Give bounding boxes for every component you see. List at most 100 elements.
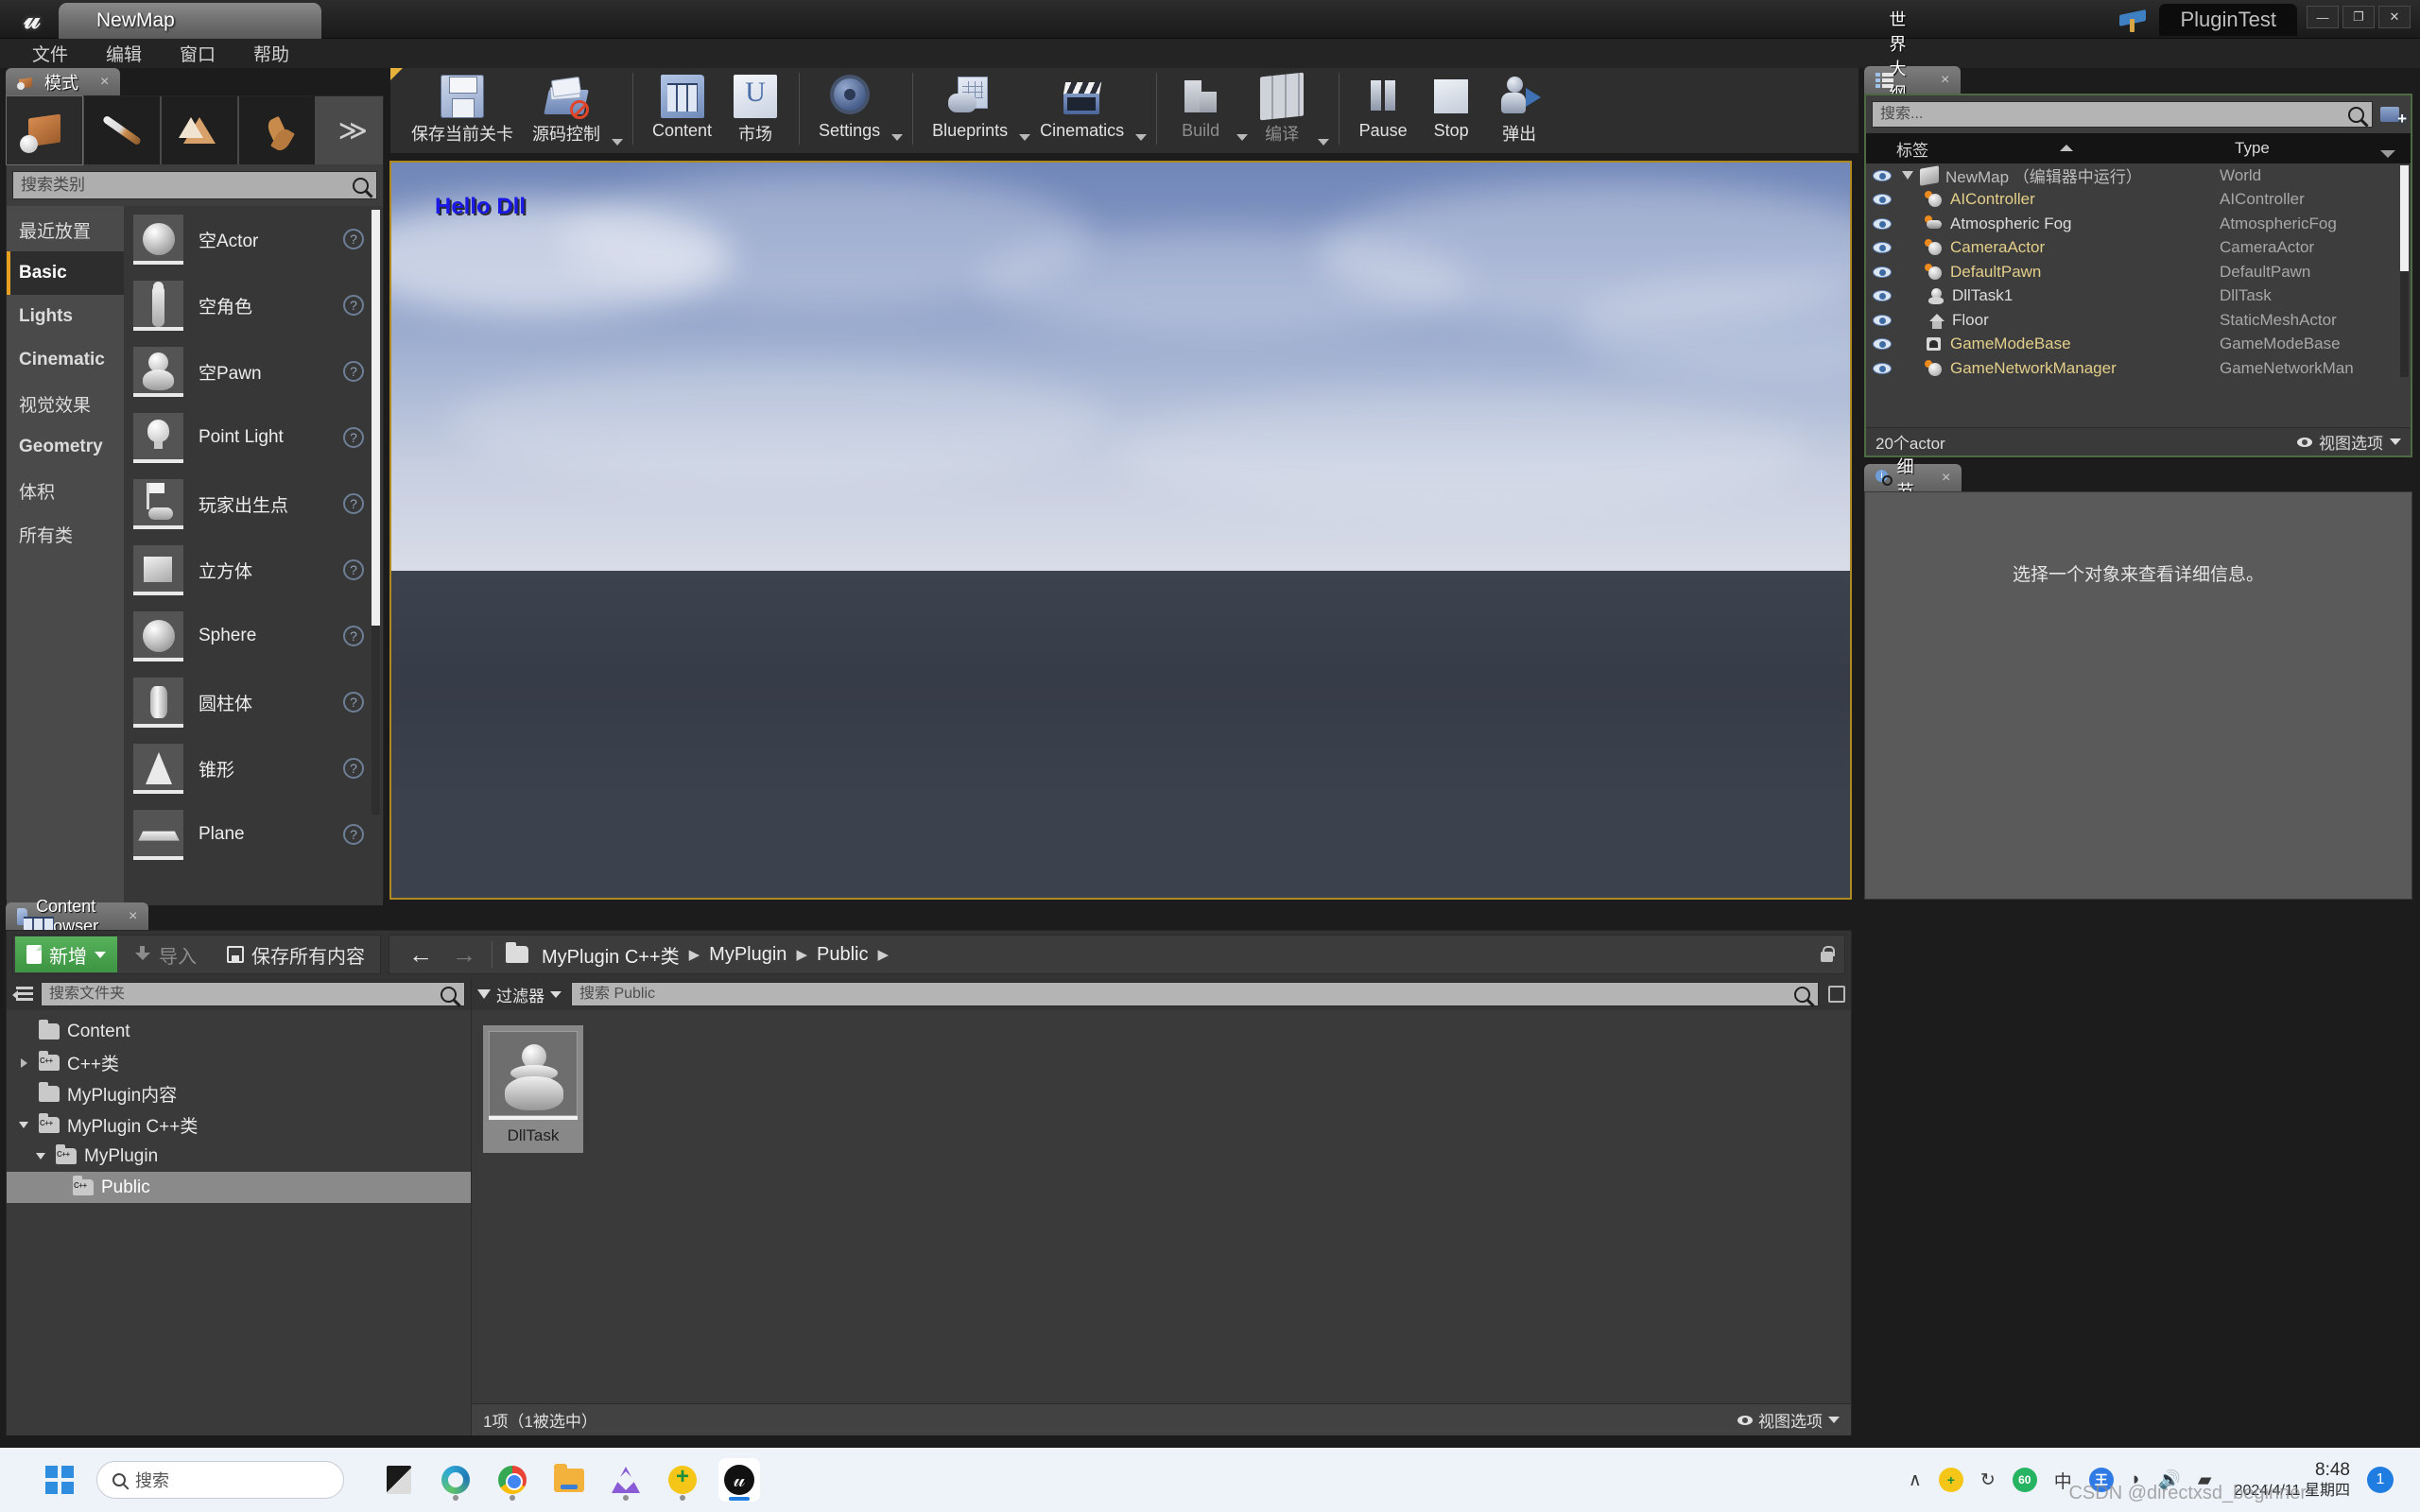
settings-dropdown-caret[interactable] bbox=[891, 134, 904, 141]
menu-item-edit[interactable]: 编辑 bbox=[87, 38, 161, 69]
place-mode-icon[interactable] bbox=[6, 95, 83, 165]
help-icon[interactable]: ? bbox=[343, 493, 364, 514]
column-filter-icon[interactable] bbox=[2380, 150, 2395, 158]
placement-list-scrollbar[interactable] bbox=[372, 210, 380, 815]
tab-world-outliner[interactable]: 世界大纲视图 × bbox=[1864, 10, 1962, 152]
blueprints-button[interactable]: Blueprints bbox=[923, 68, 1017, 141]
more-modes-chevron-icon[interactable]: ≫ bbox=[338, 114, 383, 147]
filter-button[interactable]: 过滤器 bbox=[477, 983, 562, 1006]
tree-item-myplugin-cpp-classes[interactable]: MyPlugin C++类 bbox=[7, 1109, 471, 1141]
category-cinematic[interactable]: Cinematic bbox=[7, 338, 124, 382]
list-item[interactable]: 锥形 ? bbox=[124, 735, 383, 801]
unreal-editor-icon[interactable]: 𝓊 bbox=[718, 1458, 760, 1502]
tree-item-content[interactable]: Content bbox=[7, 1016, 471, 1047]
tab-details[interactable]: i 细节 × bbox=[1864, 457, 1962, 501]
task-view-icon[interactable] bbox=[378, 1458, 420, 1502]
nav-back-button[interactable]: ← bbox=[399, 940, 442, 970]
close-icon[interactable]: × bbox=[100, 74, 109, 91]
tree-item-myplugin[interactable]: MyPlugin bbox=[7, 1141, 471, 1172]
landscape-mode-icon[interactable] bbox=[162, 96, 237, 164]
content-browser-view-options-button[interactable]: 视图选项 bbox=[1737, 1408, 1840, 1432]
360-tray-icon[interactable]: + bbox=[1938, 1468, 1963, 1492]
build-dropdown-caret[interactable] bbox=[1236, 134, 1249, 141]
help-icon[interactable]: ? bbox=[343, 229, 364, 249]
nav-forward-button[interactable]: → bbox=[442, 940, 486, 970]
save-current-level-button[interactable]: 保存当前关卡 bbox=[402, 68, 523, 146]
outliner-scrollbar[interactable] bbox=[2400, 165, 2409, 377]
category-recently-placed[interactable]: 最近放置 bbox=[7, 208, 124, 251]
add-actor-icon[interactable] bbox=[2380, 103, 2407, 129]
360-security-icon[interactable] bbox=[662, 1458, 703, 1502]
taskbar-clock[interactable]: 8:48 2024/4/11 星期四 bbox=[2235, 1459, 2350, 1501]
blueprints-dropdown-caret[interactable] bbox=[1019, 134, 1031, 141]
visibility-eye-icon[interactable] bbox=[1866, 338, 1898, 351]
close-icon[interactable]: × bbox=[1941, 72, 1949, 89]
tree-item-public[interactable]: Public bbox=[7, 1172, 471, 1203]
visibility-eye-icon[interactable] bbox=[1866, 194, 1898, 206]
list-item[interactable]: 圆柱体 ? bbox=[124, 669, 383, 735]
asset-tile-dlltask[interactable]: DllTask bbox=[483, 1025, 583, 1153]
map-tab[interactable]: NewMap bbox=[59, 3, 321, 39]
menu-item-window[interactable]: 窗口 bbox=[161, 38, 234, 69]
collapse-tree-icon[interactable] bbox=[12, 985, 33, 1004]
battery-icon[interactable]: ▰ bbox=[2198, 1469, 2212, 1491]
close-button[interactable]: ✕ bbox=[2378, 6, 2411, 28]
table-row[interactable]: Atmospheric Fog AtmosphericFog bbox=[1866, 212, 2411, 236]
pause-button[interactable]: Pause bbox=[1349, 68, 1417, 141]
table-row[interactable]: DllTask1 DllTask bbox=[1866, 284, 2411, 309]
table-row[interactable]: CameraActor CameraActor bbox=[1866, 236, 2411, 261]
compile-dropdown-caret[interactable] bbox=[1318, 139, 1330, 146]
outliner-view-options-button[interactable]: 视图选项 bbox=[2297, 430, 2401, 454]
list-item[interactable]: Point Light ? bbox=[124, 404, 383, 471]
source-control-dropdown-caret[interactable] bbox=[612, 139, 623, 146]
add-new-button[interactable]: 新增 bbox=[15, 936, 117, 972]
menu-item-file[interactable]: 文件 bbox=[13, 38, 87, 69]
column-header-label[interactable]: 标签 bbox=[1866, 137, 2223, 161]
list-item[interactable]: 玩家出生点 ? bbox=[124, 471, 383, 537]
help-icon[interactable]: ? bbox=[343, 824, 364, 845]
wangwang-icon[interactable]: 王 bbox=[2088, 1468, 2114, 1492]
list-item[interactable]: 立方体 ? bbox=[124, 537, 383, 603]
windows-logo-icon[interactable] bbox=[45, 1466, 74, 1494]
expander-icon[interactable] bbox=[1902, 171, 1913, 180]
visibility-eye-icon[interactable] bbox=[1866, 290, 1898, 302]
help-icon[interactable]: ? bbox=[343, 758, 364, 779]
outliner-search-input[interactable] bbox=[1880, 106, 2348, 123]
chrome-icon[interactable] bbox=[492, 1458, 533, 1502]
list-item[interactable]: 空角色 ? bbox=[124, 272, 383, 338]
folder-search-field[interactable] bbox=[41, 982, 465, 1006]
category-visual-effects[interactable]: 视觉效果 bbox=[7, 382, 124, 425]
breadcrumb-item-0[interactable]: MyPlugin C++类 bbox=[536, 941, 685, 969]
table-row[interactable]: GameModeBase GameModeBase bbox=[1866, 333, 2411, 357]
list-item[interactable]: 空Actor ? bbox=[124, 206, 383, 272]
tab-content-browser[interactable]: Content Browser × bbox=[6, 897, 149, 945]
content-button[interactable]: Content bbox=[643, 68, 721, 141]
volume-icon[interactable]: 🔊 bbox=[2158, 1469, 2181, 1491]
tree-item-cpp-classes[interactable]: C++类 bbox=[7, 1047, 471, 1078]
table-row[interactable]: DefaultPawn DefaultPawn bbox=[1866, 260, 2411, 284]
help-icon[interactable]: ? bbox=[343, 626, 364, 646]
save-all-button[interactable]: 保存所有内容 bbox=[212, 936, 380, 972]
marketplace-button[interactable]: 市场 bbox=[721, 68, 789, 146]
category-all-classes[interactable]: 所有类 bbox=[7, 512, 124, 556]
help-icon[interactable]: ? bbox=[343, 559, 364, 580]
breadcrumb-item-1[interactable]: MyPlugin bbox=[703, 944, 792, 966]
lock-icon[interactable] bbox=[1818, 945, 1835, 964]
list-item[interactable]: Sphere ? bbox=[124, 603, 383, 669]
visibility-eye-icon[interactable] bbox=[1866, 266, 1898, 278]
close-icon[interactable]: × bbox=[129, 908, 137, 925]
save-asset-icon[interactable] bbox=[1828, 986, 1845, 1003]
stop-button[interactable]: Stop bbox=[1417, 68, 1485, 141]
paint-mode-icon[interactable] bbox=[84, 96, 160, 164]
category-search-input[interactable] bbox=[21, 176, 353, 195]
notification-badge[interactable]: 1 bbox=[2367, 1467, 2394, 1493]
sync-tray-icon[interactable]: ↻ bbox=[1980, 1469, 1996, 1491]
expander-icon[interactable] bbox=[36, 1153, 45, 1160]
minimize-button[interactable]: — bbox=[2307, 6, 2339, 28]
table-row[interactable]: NewMap （编辑器中运行） World bbox=[1866, 163, 2411, 188]
column-header-type[interactable]: Type bbox=[2223, 139, 2411, 158]
table-row[interactable]: AIController AIController bbox=[1866, 188, 2411, 213]
menu-item-help[interactable]: 帮助 bbox=[234, 38, 308, 69]
visual-studio-icon[interactable] bbox=[605, 1458, 647, 1502]
wifi-icon[interactable]: ◗ bbox=[2131, 1469, 2141, 1490]
